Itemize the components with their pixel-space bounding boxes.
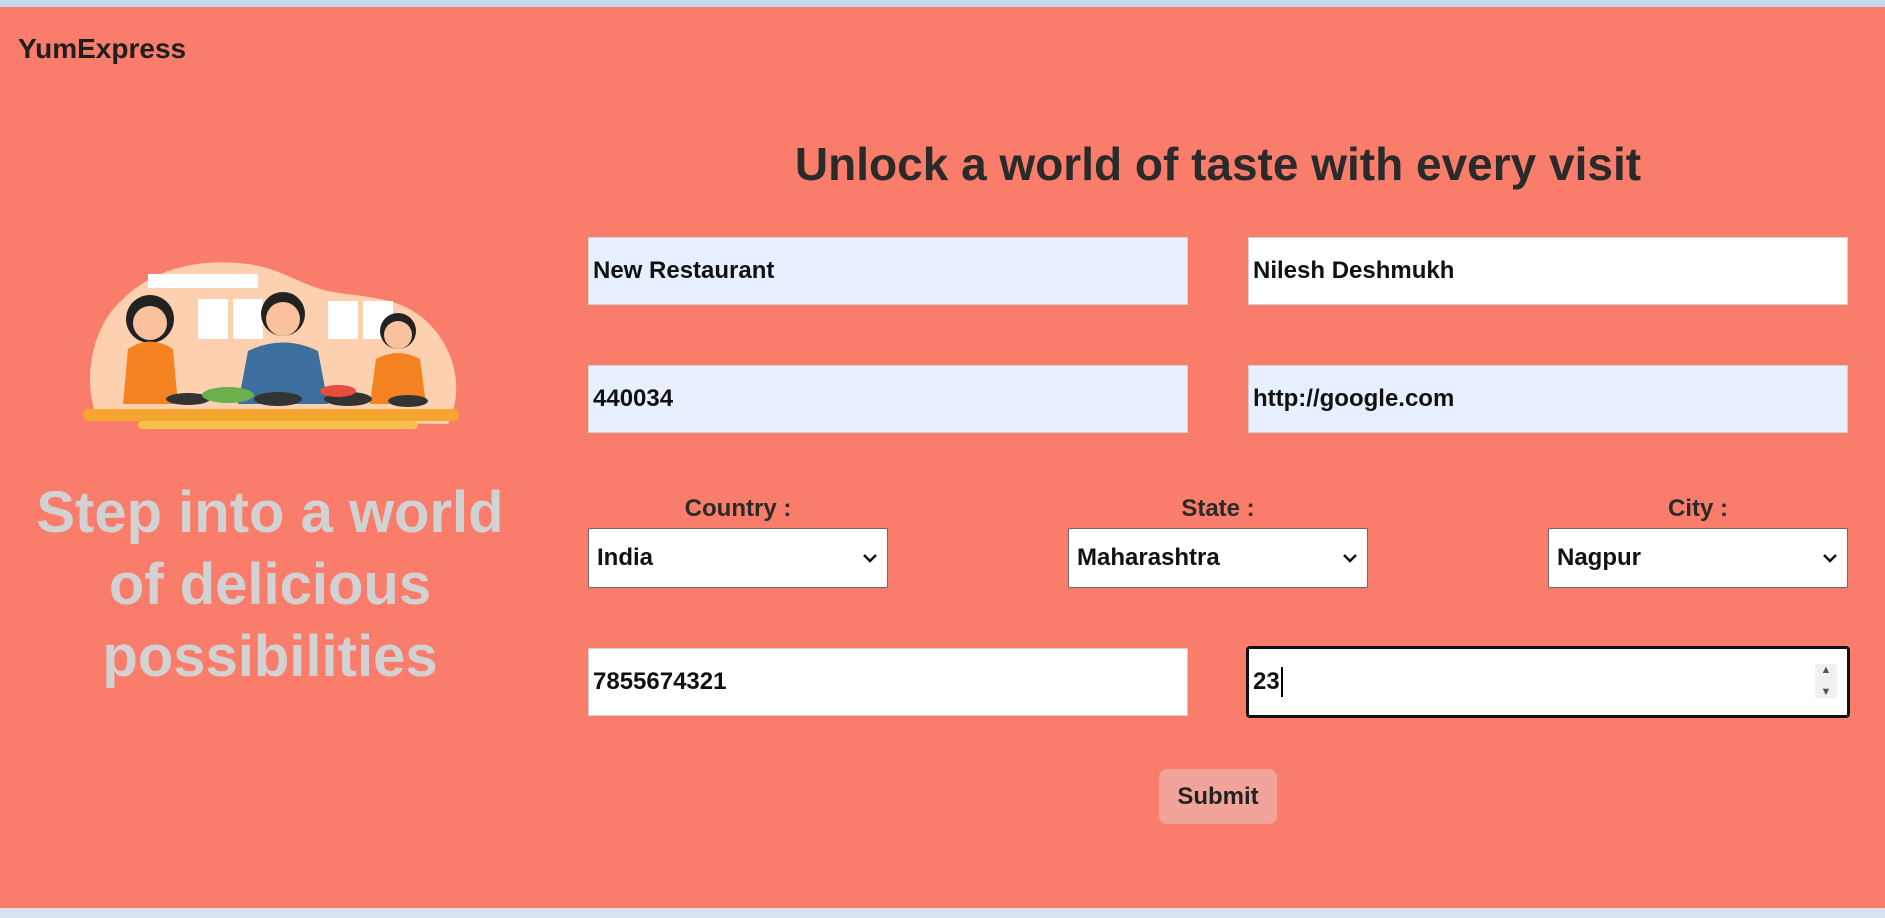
number-input[interactable]: 23 ▲ ▼ xyxy=(1246,646,1850,718)
city-select[interactable]: Nagpur xyxy=(1548,528,1848,588)
owner-name-input[interactable]: Nilesh Deshmukh xyxy=(1248,237,1848,305)
state-select-value: Maharashtra xyxy=(1077,544,1220,571)
form-heading: Unlock a world of taste with every visit xyxy=(794,138,1642,190)
country-label: Country : xyxy=(684,495,792,522)
restaurant-name-input[interactable]: New Restaurant xyxy=(588,237,1188,305)
country-select[interactable]: India xyxy=(588,528,888,588)
text-caret xyxy=(1280,667,1283,697)
phone-input[interactable]: 7855674321 xyxy=(588,648,1188,716)
chevron-down-icon xyxy=(863,554,877,563)
spinner-up-icon[interactable]: ▲ xyxy=(1821,664,1832,676)
submit-button[interactable]: Submit xyxy=(1159,769,1277,824)
chevron-down-icon xyxy=(1823,554,1837,563)
brand-logo[interactable]: YumExpress xyxy=(18,33,186,65)
number-input-value: 23 xyxy=(1253,668,1280,695)
pincode-input[interactable]: 440034 xyxy=(588,365,1188,433)
spinner-down-icon[interactable]: ▼ xyxy=(1821,686,1832,698)
hero-tagline: Step into a world of delicious possibili… xyxy=(36,480,504,689)
website-input[interactable]: http://google.com xyxy=(1248,365,1848,433)
state-select[interactable]: Maharashtra xyxy=(1068,528,1368,588)
chevron-down-icon xyxy=(1343,554,1357,563)
city-label: City : xyxy=(1668,495,1728,522)
city-select-value: Nagpur xyxy=(1557,544,1641,571)
page: YumExpress Step into a world of deliciou… xyxy=(0,7,1885,908)
browser-bottom-edge xyxy=(0,908,1885,918)
number-spinner[interactable]: ▲ ▼ xyxy=(1815,664,1837,698)
state-label: State : xyxy=(1181,495,1255,522)
country-select-value: India xyxy=(597,544,654,571)
people-dining-illustration xyxy=(83,262,459,429)
browser-top-edge xyxy=(0,0,1885,7)
